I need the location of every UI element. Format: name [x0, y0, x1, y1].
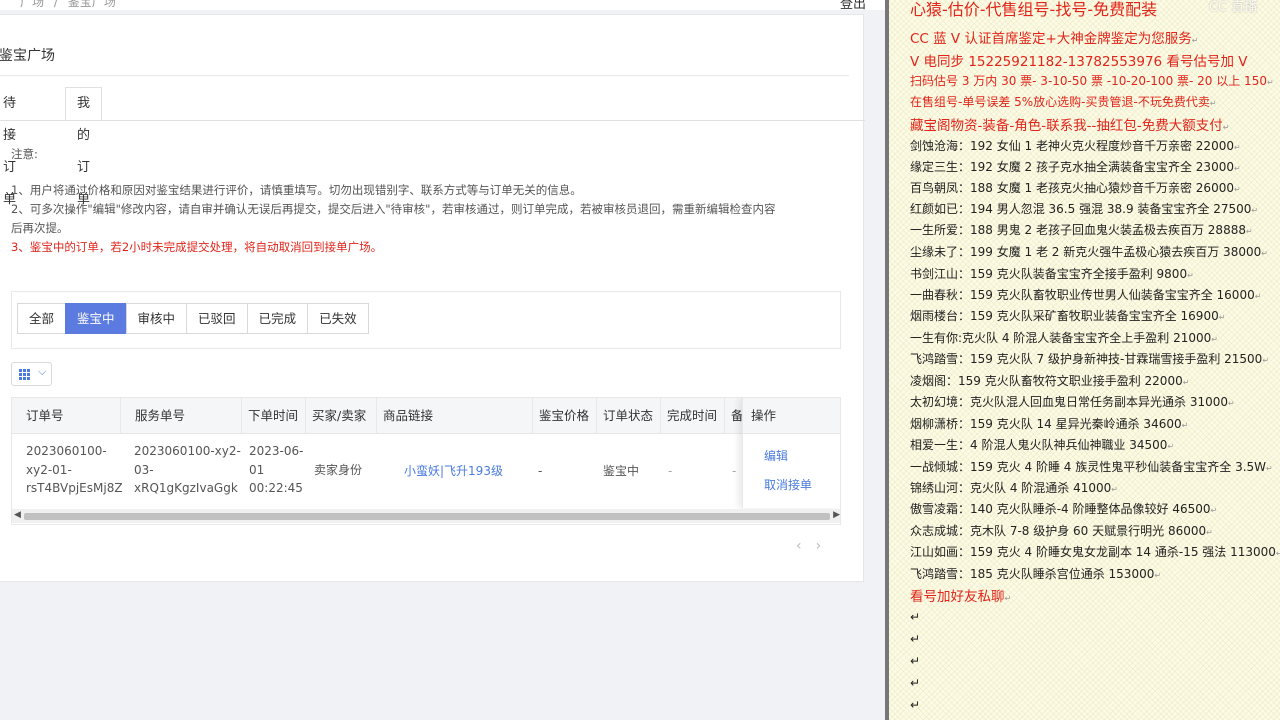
empty-paragraph: ↵ [910, 676, 921, 690]
product-link[interactable]: 小蛮妖|飞升193级 [404, 462, 503, 481]
listing-line: 相爱一生：4 阶混人鬼火队神兵仙神職业 34500↵ [910, 438, 1175, 452]
scrollbar-thumb[interactable] [24, 513, 830, 520]
breadcrumb-separator: / [53, 0, 58, 9]
chevron-down-icon: ⌵ [38, 365, 47, 378]
column-header: 操作 [743, 398, 840, 434]
divider [0, 75, 849, 76]
doc-line: 扫码估号 3 万内 30 票- 3-10-50 票 -10-20-100 票- … [910, 74, 1274, 88]
app-window: 广场 / 鉴宝广场 登出 鉴宝广场 待接订单 我的订单 注意: 1、用户将通过价… [0, 0, 885, 720]
order-number-cell: 2023060100- xy2-01- rsT4BVpjEsMj8Z [26, 444, 123, 495]
empty-paragraph: ↵ [910, 610, 921, 624]
column-header: 商品链接 [377, 398, 533, 434]
breadcrumb-item[interactable]: 广场 [20, 0, 44, 9]
pagination: ‹› [796, 538, 835, 554]
next-page-icon[interactable]: › [816, 538, 836, 554]
column-header: 完成时间 [661, 398, 725, 434]
prev-page-icon[interactable]: ‹ [796, 538, 816, 554]
document-pane: CC 直播 心猿-估价-代售组号-找号-免费配装 CC 蓝 V 认证首席鉴定+大… [889, 0, 1280, 720]
column-header: 订单号 [12, 398, 121, 434]
listing-line: 红颜如已：194 男人忽混 36.5 强混 38.9 装备宝宝齐全 27500↵ [910, 202, 1259, 216]
filter-expired-button[interactable]: 已失效 [307, 303, 369, 334]
price-cell: - [538, 464, 543, 478]
listing-line: 锦绣山河：克火队 4 阶混通杀 41000↵ [910, 481, 1118, 495]
listing-line: 一曲春秋：159 克火队畜牧职业传世男人仙装备宝宝齐全 16000↵ [910, 288, 1262, 302]
doc-heading: 心猿-估价-代售组号-找号-免费配装 [910, 0, 1158, 19]
notice-title: 注意: [11, 147, 38, 161]
listing-line: 缘定三生：192 女魔 2 孩子克水抽全满装备宝宝齐全 23000↵ [910, 160, 1241, 174]
listing-line: 一生有你:克火队 4 阶混人装备宝宝齐全上手盈利 21000↵ [910, 331, 1218, 345]
main-card: 鉴宝广场 待接订单 我的订单 注意: 1、用户将通过价格和原因对鉴宝结果进行评价… [0, 14, 865, 582]
doc-footer-line: 看号加好友私聊↵ [910, 589, 1012, 605]
scroll-left-icon[interactable]: ◀ [14, 510, 21, 520]
column-header: 买家/卖家 [306, 398, 377, 434]
listing-line: 一战倾城：159 克火 4 阶睡 4 族灵性鬼平秒仙装备宝宝齐全 3.5W↵ [910, 460, 1273, 474]
page-title: 鉴宝广场 [0, 48, 55, 64]
listing-line: 剑蚀沧海：192 女仙 1 老神火克火程度炒音千万亲密 22000↵ [910, 139, 1241, 153]
doc-line: 藏宝阁物资-装备-角色-联系我--抽红包-免费大额支付↵ [910, 118, 1230, 134]
horizontal-scrollbar[interactable]: ◀ ▶ [12, 509, 840, 523]
listing-line: 傲雪凌霜：140 克火队睡杀-4 阶睡整体品像较好 46500↵ [910, 502, 1218, 516]
watermark-logo: CC 直播 [1209, 0, 1258, 15]
listing-line: 太初幻境：克火队混人回血鬼日常任务副本异光通杀 31000↵ [910, 395, 1235, 409]
filter-all-button[interactable]: 全部 [17, 303, 67, 334]
breadcrumb-item-current: 鉴宝广场 [67, 0, 116, 9]
listing-line: 一生所爱：188 男鬼 2 老孩子回血鬼火装孟极去疾百万 28888↵ [910, 223, 1253, 237]
remark-cell: - [732, 464, 737, 478]
empty-paragraph: ↵ [910, 698, 921, 712]
status-cell: 鉴宝中 [603, 464, 640, 478]
cancel-order-link[interactable]: 取消接单 [764, 471, 812, 499]
filter-reviewing-button[interactable]: 审核中 [125, 303, 188, 334]
service-number-cell: 2023060100-xy2- 03- xRQ1gKgzIvaGgk [134, 444, 241, 495]
edit-link[interactable]: 编辑 [764, 442, 788, 470]
status-filter-box: 全部 鉴宝中 审核中 已驳回 已完成 已失效 [11, 291, 841, 349]
filter-appraising-button[interactable]: 鉴宝中 [65, 303, 127, 334]
table-header: 订单号 服务单号 下单时间 买家/卖家 商品链接 鉴宝价格 订单状态 完成时间 … [12, 398, 840, 434]
doc-line: CC 蓝 V 认证首席鉴定+大神金牌鉴定为您服务↵ [910, 31, 1199, 47]
listing-line: 飞鸿踏雪：185 克火队睡杀宫位通杀 153000↵ [910, 567, 1162, 581]
column-header: 下单时间 [242, 398, 306, 434]
grid-icon [19, 369, 30, 380]
column-header: 订单状态 [597, 398, 661, 434]
listing-line: 飞鸿踏雪：159 克火队 7 级护身新神技-甘霖瑞雪接手盈利 21500↵ [910, 352, 1270, 366]
breadcrumb: 广场 / 鉴宝广场 [20, 0, 122, 10]
order-time-cell: 2023-06- 01 00:22:45 [249, 444, 304, 495]
role-cell: 卖家身份 [314, 463, 363, 477]
listing-line: 江山如画：159 克火 4 阶睡女鬼女龙副本 14 通杀-15 强法 11300… [910, 545, 1280, 559]
top-bar: 广场 / 鉴宝广场 登出 [0, 0, 885, 12]
column-header: 鉴宝价格 [533, 398, 597, 434]
listing-line: 凌烟阁：159 克火队畜牧符文职业接手盈利 22000↵ [910, 374, 1190, 388]
logout-link[interactable]: 登出 [840, 0, 866, 12]
operations-column: 操作 编辑 取消接单 [742, 398, 840, 508]
finish-time-cell: - [668, 464, 673, 478]
listing-line: 书剑江山：159 克火队装备宝宝齐全接手盈利 9800↵ [910, 267, 1194, 281]
listing-line: 烟柳潇桥：159 克火队 14 星异光秦岭通杀 34600↵ [910, 417, 1189, 431]
notice-line: 1、用户将通过价格和原因对鉴宝结果进行评价，请慎重填写。切勿出现错别字、联系方式… [11, 183, 582, 197]
tab-pending-orders[interactable]: 待接订单 [0, 87, 28, 207]
notice-line: 后再次提。 [11, 221, 69, 235]
listing-line: 百鸟朝凤：188 女魔 1 老孩克火抽心猿炒音千万亲密 26000↵ [910, 181, 1241, 195]
notice: 注意: 1、用户将通过价格和原因对鉴宝结果进行评价，请慎重填写。切勿出现错别字、… [11, 145, 841, 257]
doc-line: 在售组号-单号误差 5%放心选购-买贵管退-不玩免费代卖↵ [910, 95, 1217, 109]
listing-line: 烟雨楼台：159 克火队采矿畜牧职业装备宝宝齐全 16900↵ [910, 309, 1226, 323]
doc-line: V 电同步 15225921182-13782553976 看号估号加 V [910, 54, 1248, 70]
notice-line-warning: 3、鉴宝中的订单，若2小时未完成提交处理，将自动取消回到接单广场。 [11, 240, 383, 254]
column-header: 服务单号 [121, 398, 242, 434]
scroll-right-icon[interactable]: ▶ [833, 510, 840, 520]
orders-table: 订单号 服务单号 下单时间 买家/卖家 商品链接 鉴宝价格 订单状态 完成时间 … [11, 397, 841, 525]
filter-rejected-button[interactable]: 已驳回 [186, 303, 248, 334]
tab-my-orders[interactable]: 我的订单 [65, 87, 103, 207]
filter-completed-button[interactable]: 已完成 [246, 303, 309, 334]
listing-line: 尘缘未了：199 女魔 1 老 2 新克火强牛孟极心猿去疾百万 38000↵ [910, 245, 1268, 259]
column-settings-button[interactable]: ⌵ [11, 362, 52, 386]
notice-line: 2、可多次操作"编辑"修改内容，请自审并确认无误后再提交，提交后进入"待审核"，… [11, 202, 776, 216]
empty-paragraph: ↵ [910, 654, 921, 668]
empty-paragraph: ↵ [910, 632, 921, 646]
listing-line: 众志成城：克木队 7-8 级护身 60 天赋景行明光 86000↵ [910, 524, 1213, 538]
